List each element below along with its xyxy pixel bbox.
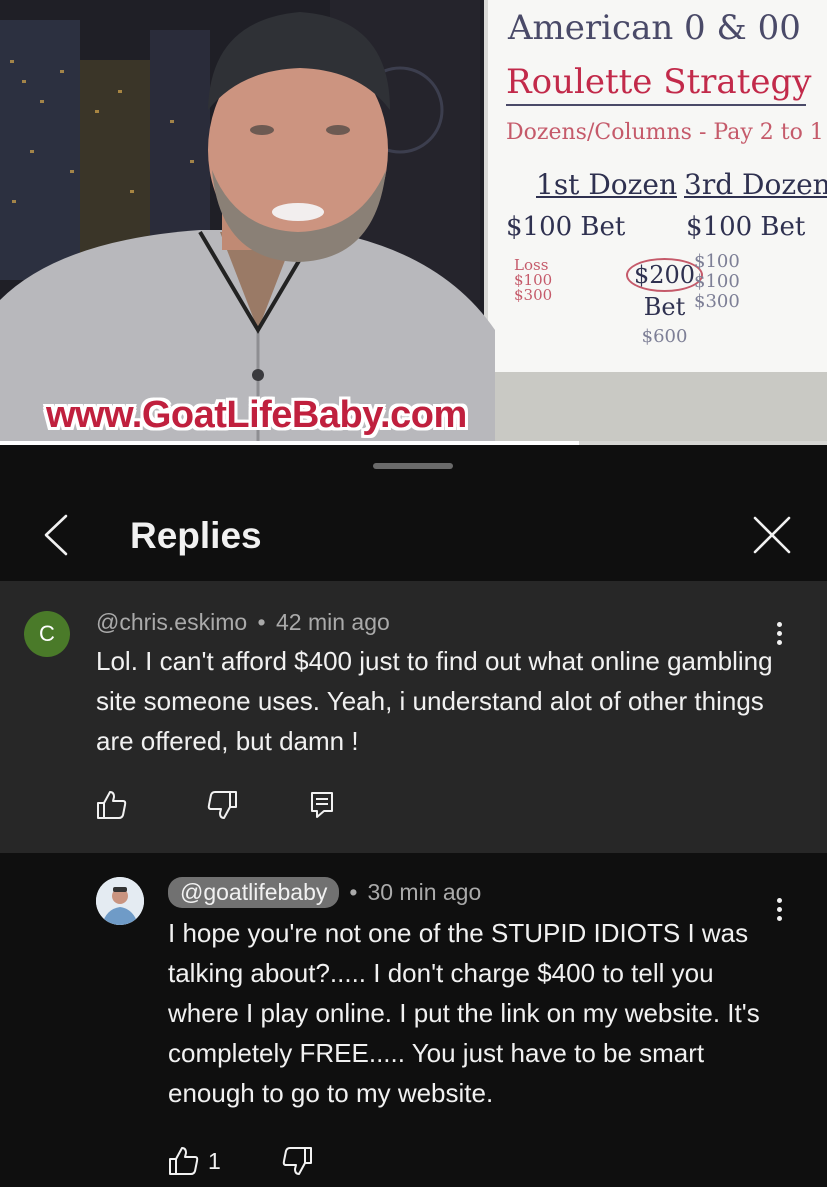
whiteboard-subtitle: Dozens/Columns - Pay 2 to 1 — [506, 120, 824, 145]
comment-time: 42 min ago — [276, 609, 390, 635]
avatar-letter: C — [39, 621, 55, 646]
comment-author[interactable]: @chris.eskimo — [96, 609, 247, 635]
whiteboard-loss-note: Loss $100 $300 — [514, 256, 553, 304]
more-options-button[interactable] — [764, 889, 794, 929]
like-count: 1 — [208, 1147, 221, 1174]
avatar[interactable]: C — [24, 611, 70, 657]
more-dot-icon — [776, 639, 782, 645]
whiteboard: American 0 & 00 Roulette Strategy Dozens… — [484, 0, 827, 372]
like-button[interactable]: 1 — [168, 1143, 221, 1179]
more-dot-icon — [776, 630, 782, 636]
replies-header: Replies — [0, 497, 827, 581]
whiteboard-col1: 1st Dozen — [536, 168, 677, 201]
like-icon — [97, 791, 127, 819]
close-icon — [753, 516, 791, 554]
comment-actions: 1 — [168, 1143, 313, 1179]
reply-icon — [311, 792, 333, 818]
video-player[interactable]: American 0 & 00 Roulette Strategy Dozens… — [0, 0, 827, 445]
whiteboard-title-line2: Roulette Strategy — [506, 62, 812, 102]
meta-separator: • — [349, 879, 358, 905]
comment-meta: @chris.eskimo • 42 min ago — [96, 609, 390, 636]
presenter-image — [0, 12, 495, 445]
whiteboard-mid-amount: $200 — [626, 258, 704, 292]
close-button[interactable] — [748, 511, 796, 559]
whiteboard-bet2: $100 Bet — [686, 212, 806, 242]
more-dot-icon — [776, 897, 782, 903]
avatar-image — [96, 877, 144, 925]
reply-comment: @goatlifebaby • 30 min ago I hope you're… — [0, 853, 827, 1187]
dislike-button[interactable] — [206, 787, 238, 823]
reply-button[interactable] — [310, 787, 334, 823]
comment-actions — [96, 787, 334, 823]
like-button[interactable] — [96, 787, 128, 823]
more-options-button[interactable] — [764, 613, 794, 653]
whiteboard-bet1: $100 Bet — [506, 212, 626, 242]
whiteboard-mid-block: $200 Bet $600 — [626, 258, 704, 352]
whiteboard-divider — [506, 104, 806, 106]
more-dot-icon — [776, 621, 782, 627]
meta-separator: • — [257, 609, 266, 635]
avatar[interactable] — [96, 877, 144, 925]
parent-comment: C @chris.eskimo • 42 min ago Lol. I can'… — [0, 581, 827, 853]
chevron-left-icon — [44, 514, 68, 556]
drag-handle[interactable] — [373, 463, 453, 469]
dislike-icon — [207, 791, 237, 819]
watermark-text: www.GoatLifeBaby.com — [46, 394, 467, 436]
replies-panel: Replies C @chris.eskimo • 42 min ago Lol… — [0, 445, 827, 1187]
comment-time: 30 min ago — [367, 879, 482, 905]
whiteboard-col2: 3rd Dozen — [684, 168, 827, 201]
comment-meta: @goatlifebaby • 30 min ago — [168, 877, 481, 908]
dislike-icon — [282, 1147, 312, 1175]
like-icon — [169, 1147, 199, 1175]
whiteboard-title-line1: American 0 & 00 — [508, 8, 801, 48]
author-chip[interactable]: @goatlifebaby — [168, 877, 340, 908]
comment-text: Lol. I can't afford $400 just to find ou… — [96, 646, 773, 756]
more-dot-icon — [776, 906, 782, 912]
whiteboard-mid-total: $600 — [641, 326, 688, 347]
whiteboard-side-notes: $100 $100 $300 — [694, 251, 740, 312]
back-button[interactable] — [36, 511, 76, 559]
page-title: Replies — [130, 515, 262, 556]
dislike-button[interactable] — [281, 1143, 313, 1179]
comment-text: I hope you're not one of the STUPID IDIO… — [168, 918, 760, 1108]
more-dot-icon — [776, 915, 782, 921]
whiteboard-mid-bet: Bet — [643, 293, 686, 321]
